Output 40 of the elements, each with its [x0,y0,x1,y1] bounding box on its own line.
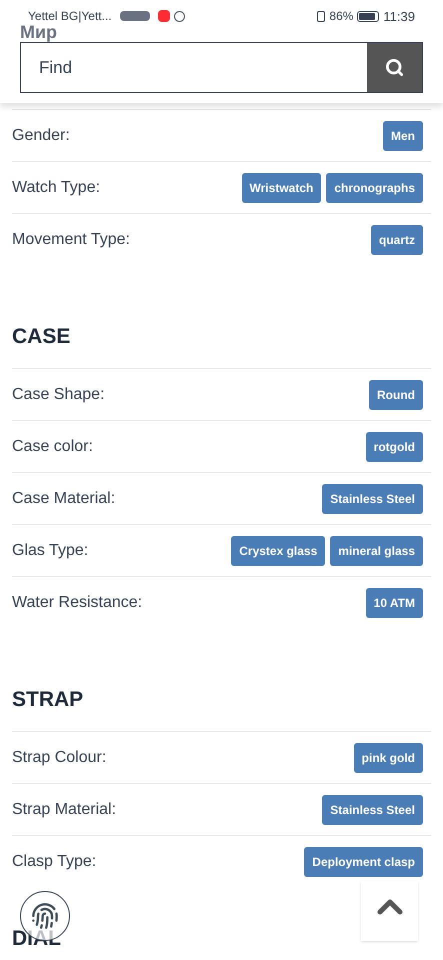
clock: 11:39 [383,10,415,22]
page-title: Мир [20,23,58,41]
attribute-label: Strap Colour: [12,748,106,768]
attribute-label: Water Resistance: [12,592,142,612]
attribute-tag[interactable]: Stainless Steel [322,484,423,514]
attribute-tag[interactable]: Deployment clasp [304,846,423,876]
attribute-label: Gender: [12,126,70,146]
section-heading: STRAP [12,687,84,713]
attribute-label: Watch Type: [12,178,100,198]
battery-percent: 86% [329,10,354,22]
attribute-tag[interactable]: pink gold [354,742,423,772]
attribute-tag[interactable]: Round [369,380,423,410]
search-button[interactable] [367,43,422,92]
search-bar[interactable]: Find [20,42,423,93]
attribute-tag[interactable]: Crystex glass [231,536,326,566]
attribute-label: Strap Material: [12,800,116,820]
scroll-top-button[interactable] [361,881,418,941]
attribute-tag[interactable]: Wristwatch [242,172,322,202]
attribute-tag[interactable]: mineral glass [330,536,423,566]
attribute-label: Movement Type: [12,230,130,250]
vibrate-icon [317,10,326,22]
attribute-tag[interactable]: quartz [371,224,423,254]
attribute-label: Case Material: [12,488,116,508]
attribute-tag[interactable]: 10 ATM [366,588,423,618]
carrier-name: Yettel BG|Yett... [28,10,112,22]
battery-icon [357,10,380,22]
attribute-tag[interactable]: Men [383,120,423,150]
attribute-tag[interactable]: chronographs [326,172,423,202]
attribute-label: Clasp Type: [12,852,96,872]
app-notification-icon [158,10,170,22]
search-field[interactable]: Find [21,43,367,92]
fingerprint-icon [31,902,59,930]
attribute-tag[interactable]: Stainless Steel [322,794,423,824]
search-icon [385,58,404,77]
attribute-tag[interactable]: rotgold [366,432,423,462]
attribute-label: Glas Type: [12,540,88,560]
attribute-label: Case color: [12,436,93,456]
attribute-label: Case Shape: [12,384,105,404]
section-heading: CASE [12,324,70,350]
loading-icon [174,10,185,22]
